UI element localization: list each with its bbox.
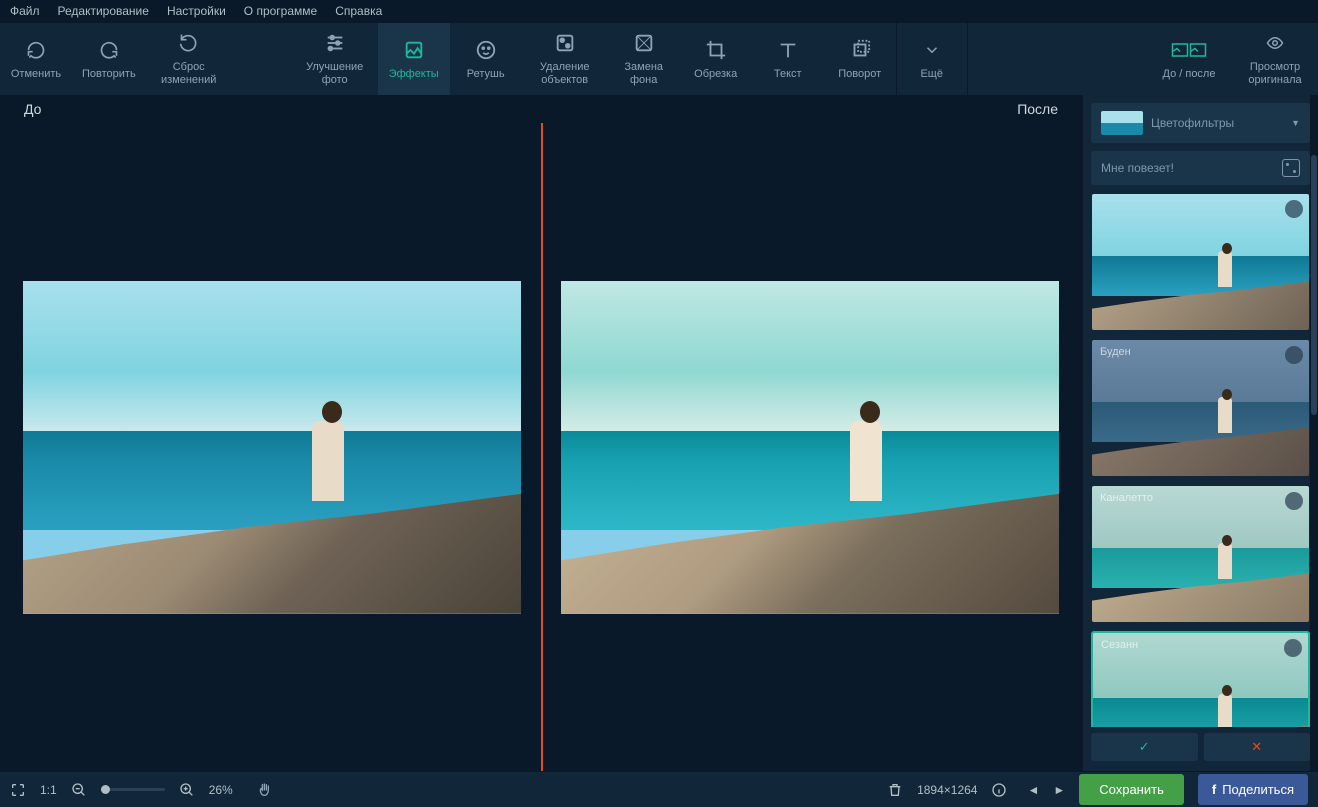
text-button[interactable]: Текст bbox=[752, 23, 824, 95]
remove-objects-button[interactable]: Удаление объектов bbox=[522, 23, 608, 95]
compare-icon bbox=[1170, 38, 1208, 62]
replace-bg-button[interactable]: Замена фона bbox=[608, 23, 680, 95]
redo-button[interactable]: Повторить bbox=[72, 23, 146, 95]
rotate-button[interactable]: Поворот bbox=[824, 23, 896, 95]
share-button[interactable]: f Поделиться bbox=[1198, 774, 1308, 805]
category-label: Цветофильтры bbox=[1151, 116, 1234, 130]
filter-item[interactable]: Каналетто bbox=[1091, 485, 1310, 623]
zoom-out-button[interactable] bbox=[71, 782, 87, 798]
undo-icon bbox=[26, 38, 46, 62]
text-icon bbox=[777, 38, 799, 62]
eye-icon bbox=[1263, 31, 1287, 55]
split-divider[interactable] bbox=[541, 123, 543, 771]
next-button[interactable]: ► bbox=[1053, 783, 1065, 797]
zoom-slider[interactable] bbox=[101, 788, 165, 791]
zoom-percent: 26% bbox=[209, 783, 233, 797]
category-thumb bbox=[1101, 111, 1143, 135]
filter-item[interactable] bbox=[1091, 193, 1310, 331]
menu-edit[interactable]: Редактирование bbox=[58, 4, 149, 18]
filter-name: Буден bbox=[1100, 346, 1131, 358]
filter-item[interactable]: Буден bbox=[1091, 339, 1310, 477]
bg-swap-icon bbox=[633, 31, 655, 55]
reset-button[interactable]: Сброс изменений bbox=[146, 23, 232, 95]
save-button[interactable]: Сохранить bbox=[1079, 774, 1184, 805]
filter-category-dropdown[interactable]: Цветофильтры bbox=[1091, 103, 1310, 143]
chevron-down-icon bbox=[923, 38, 941, 62]
face-icon bbox=[475, 38, 497, 62]
discard-button[interactable]: ✕ bbox=[1204, 733, 1311, 761]
fullscreen-button[interactable] bbox=[10, 782, 26, 798]
after-image[interactable] bbox=[561, 281, 1059, 614]
more-button[interactable]: Ещё bbox=[896, 23, 968, 95]
erase-icon bbox=[554, 31, 576, 55]
zoom-in-button[interactable] bbox=[179, 782, 195, 798]
apply-button[interactable]: ✓ bbox=[1091, 733, 1198, 761]
menubar: Файл Редактирование Настройки О программ… bbox=[0, 0, 1318, 22]
rotate-icon bbox=[849, 38, 871, 62]
lucky-label: Мне повезет! bbox=[1101, 161, 1174, 175]
info-button[interactable] bbox=[991, 782, 1007, 798]
menu-file[interactable]: Файл bbox=[10, 4, 40, 18]
filter-name: Сезанн bbox=[1101, 639, 1138, 651]
before-image[interactable] bbox=[23, 281, 521, 614]
scale-button[interactable]: 1:1 bbox=[40, 783, 57, 797]
share-label: Поделиться bbox=[1222, 782, 1294, 797]
menu-help[interactable]: Справка bbox=[335, 4, 382, 18]
enhance-button[interactable]: Улучшение фото bbox=[292, 23, 378, 95]
bottombar: 1:1 26% 1894×1264 ◄ ► Сохранить f Подели… bbox=[0, 771, 1318, 807]
after-label: После bbox=[1017, 101, 1058, 117]
before-after-toggle[interactable]: До / после bbox=[1146, 23, 1232, 95]
effects-icon bbox=[403, 38, 425, 62]
split-view bbox=[0, 123, 1082, 771]
facebook-icon: f bbox=[1212, 782, 1216, 797]
view-area: До После Цветофильтры Мне повезет! Буден… bbox=[0, 95, 1318, 771]
reset-icon bbox=[179, 31, 199, 55]
filter-name: Каналетто bbox=[1100, 492, 1153, 504]
sliders-icon bbox=[324, 31, 346, 55]
effects-button[interactable]: Эффекты bbox=[378, 23, 450, 95]
effects-sidebar: Цветофильтры Мне повезет! Буден Каналетто… bbox=[1082, 95, 1318, 771]
before-label: До bbox=[24, 101, 41, 117]
canvas-zone: До После bbox=[0, 95, 1082, 771]
hand-tool-button[interactable] bbox=[257, 782, 273, 798]
retouch-button[interactable]: Ретушь bbox=[450, 23, 522, 95]
undo-button[interactable]: Отменить bbox=[0, 23, 72, 95]
apply-row: ✓ ✕ bbox=[1083, 727, 1318, 771]
filter-item[interactable]: Сезанн bbox=[1091, 631, 1310, 727]
redo-icon bbox=[99, 38, 119, 62]
view-original-button[interactable]: Просмотр оригинала bbox=[1232, 23, 1318, 95]
crop-icon bbox=[705, 38, 727, 62]
dimensions-label: 1894×1264 bbox=[917, 783, 977, 797]
lucky-button[interactable]: Мне повезет! bbox=[1091, 151, 1310, 185]
prev-button[interactable]: ◄ bbox=[1027, 783, 1039, 797]
filter-list[interactable]: Буден Каналетто Сезанн bbox=[1083, 193, 1318, 727]
sidebar-scrollbar[interactable] bbox=[1310, 95, 1318, 771]
crop-button[interactable]: Обрезка bbox=[680, 23, 752, 95]
delete-button[interactable] bbox=[887, 782, 903, 798]
menu-about[interactable]: О программе bbox=[244, 4, 317, 18]
toolbar: Отменить Повторить Сброс изменений Улучш… bbox=[0, 22, 1318, 95]
menu-settings[interactable]: Настройки bbox=[167, 4, 226, 18]
dice-icon bbox=[1282, 159, 1300, 177]
